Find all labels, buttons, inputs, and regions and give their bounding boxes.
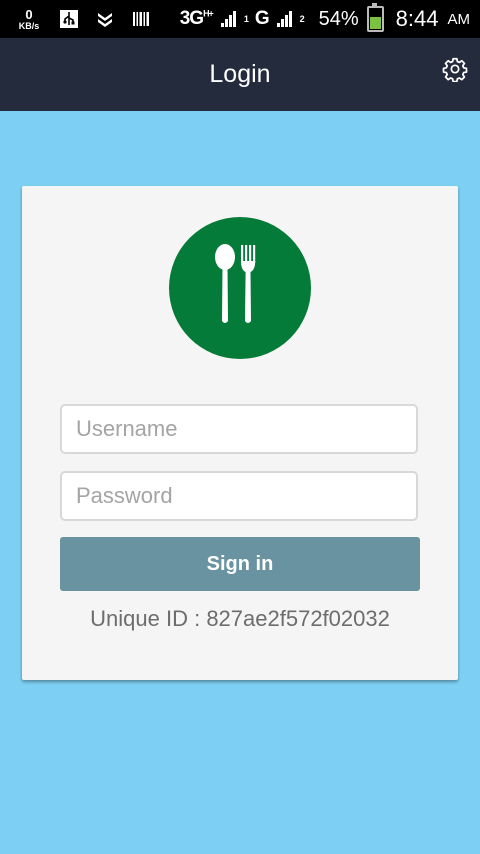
battery-percent: 54%	[318, 7, 359, 30]
clock-time: 8:44	[395, 6, 439, 31]
page-title: Login	[209, 60, 271, 88]
app-logo	[169, 217, 311, 359]
network-type-1: 3GH+	[179, 8, 214, 30]
network-type-1-sub: 1	[243, 14, 249, 24]
battery-icon	[366, 3, 384, 32]
password-input[interactable]	[60, 471, 418, 521]
network-speed-value: 0	[25, 6, 33, 22]
network-speed: 0 KB/s	[14, 8, 44, 31]
usb-icon	[58, 8, 80, 30]
signal-icon	[220, 11, 236, 27]
download-icon	[94, 8, 116, 30]
status-bar: 0 KB/s 3GH+ 1 G 2 54% 8:44 AM	[0, 0, 480, 38]
app-bar: Login	[0, 38, 480, 111]
spoon-fork-icon	[210, 243, 270, 334]
network-type-2-sup: 2	[299, 14, 305, 24]
sign-in-button[interactable]: Sign in	[60, 537, 420, 591]
network-type-2: G	[254, 8, 270, 30]
signal-icon-2	[276, 11, 292, 27]
settings-button[interactable]	[442, 56, 468, 87]
gear-icon	[442, 56, 468, 87]
login-card: Sign in Unique ID : 827ae2f572f02032	[22, 186, 458, 680]
network-type-2-label: G	[254, 8, 270, 29]
username-input[interactable]	[60, 404, 418, 454]
status-bar-right: 3GH+ 1 G 2 54% 8:44 AM	[180, 0, 470, 38]
network-type-1-label: 3G	[179, 8, 204, 29]
status-bar-left: 0 KB/s	[14, 0, 152, 38]
unique-id-text: Unique ID : 827ae2f572f02032	[90, 606, 390, 631]
network-type-1-sup: H+	[203, 8, 214, 19]
network-speed-unit: KB/s	[18, 20, 40, 31]
barcode-icon	[130, 8, 152, 30]
clock-ampm: AM	[447, 10, 471, 28]
